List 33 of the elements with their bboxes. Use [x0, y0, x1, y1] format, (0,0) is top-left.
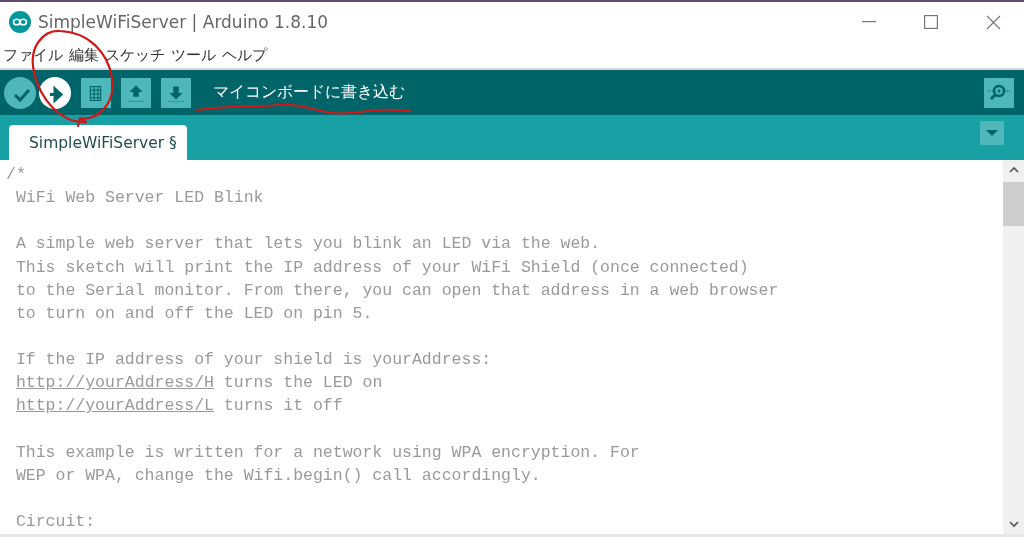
code-line: turns it off	[222, 396, 343, 416]
code-line: to the Serial monitor. From there, you can open that address in a web browser	[14, 280, 779, 300]
code-line: /*	[6, 165, 26, 184]
scrollbar[interactable]	[1003, 160, 1024, 534]
code-line: to turn on and off the LED on pin 5.	[14, 303, 373, 323]
code-line: Circuit:	[14, 512, 96, 532]
menu-item[interactable]: ツール	[171, 45, 216, 65]
code-line: If the IP address of your shield is yourAddress:	[14, 350, 492, 370]
new-sketch-button[interactable]	[81, 77, 111, 108]
toolbar-hint: マイコンボードに書き込む	[213, 82, 405, 103]
save-button[interactable]	[161, 77, 191, 108]
minimize-button[interactable]	[862, 21, 876, 23]
verify-button[interactable]	[4, 76, 36, 109]
menu-item[interactable]: ヘルプ	[222, 45, 267, 65]
sketch-tab[interactable]: SimpleWiFiServer §	[9, 125, 187, 160]
code-line: WiFi Web Server LED Blink	[14, 188, 264, 208]
code-line: This example is written for a network using WPA encryption. For	[14, 442, 640, 462]
tab-menu-button[interactable]	[980, 120, 1004, 145]
serial-monitor-button[interactable]	[984, 77, 1014, 108]
open-button[interactable]	[121, 77, 151, 108]
scroll-thumb[interactable]	[1003, 182, 1024, 226]
code-line: This sketch will print the IP address of your WiFi Shield (once connected)	[14, 257, 749, 277]
menu-item[interactable]: スケッチ	[105, 45, 165, 65]
close-button[interactable]	[985, 14, 1001, 30]
menu-item[interactable]: ファイル	[3, 45, 63, 65]
menu-item[interactable]: 編集	[69, 45, 99, 65]
infinity-logo-icon	[9, 11, 31, 33]
upload-button[interactable]	[39, 76, 71, 109]
window-title: SimpleWiFiServer | Arduino 1.8.10	[38, 12, 328, 32]
code-line: WEP or WPA, change the Wifi.begin() call accordingly.	[14, 465, 541, 485]
maximize-button[interactable]	[924, 15, 938, 29]
code-line: turns the LED on	[222, 373, 383, 393]
code-line: A simple web server that lets you blink an LED via the web.	[14, 234, 601, 254]
